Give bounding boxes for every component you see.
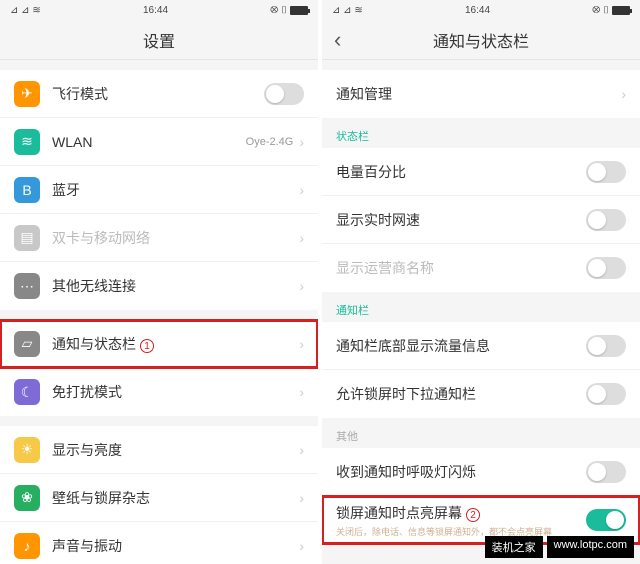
group-title-notifbar: 通知栏 <box>322 292 640 322</box>
bt-icon: B <box>14 177 40 203</box>
battery-icon <box>290 6 308 15</box>
chevron-icon: › <box>299 442 304 458</box>
toggle-lockpull[interactable] <box>586 383 626 405</box>
row-display[interactable]: ☀ 显示与亮度› <box>0 426 318 474</box>
back-button[interactable]: ‹ <box>334 27 341 53</box>
group-title-statusbar: 状态栏 <box>322 118 640 148</box>
row-airplane[interactable]: ✈ 飞行模式 <box>0 70 318 118</box>
page-title: 通知与状态栏 <box>433 28 529 52</box>
label-wireless: 其他无线连接 <box>52 276 299 296</box>
row-sound[interactable]: ♪ 声音与振动› <box>0 522 318 564</box>
label-sim: 双卡与移动网络 <box>52 228 299 248</box>
row-led[interactable]: 收到通知时呼吸灯闪烁 <box>322 448 640 496</box>
row-speed[interactable]: 显示实时网速 <box>322 196 640 244</box>
label-bt: 蓝牙 <box>52 180 299 200</box>
chevron-icon: › <box>621 86 626 102</box>
label-speed: 显示实时网速 <box>336 210 586 230</box>
toggle-speed[interactable] <box>586 209 626 231</box>
label-wallpaper: 壁纸与锁屏杂志 <box>52 488 299 508</box>
display-icon: ☀ <box>14 437 40 463</box>
row-batt[interactable]: 电量百分比 <box>322 148 640 196</box>
label-mgr: 通知管理 <box>336 84 621 104</box>
airplane-icon: ✈ <box>14 81 40 107</box>
label-wlan: WLAN <box>52 134 246 150</box>
label-dnd: 免打扰模式 <box>52 382 299 402</box>
label-traffic: 通知栏底部显示流量信息 <box>336 336 586 356</box>
chevron-icon: › <box>299 336 304 352</box>
row-lockpull[interactable]: 允许锁屏时下拉通知栏 <box>322 370 640 418</box>
label-led: 收到通知时呼吸灯闪烁 <box>336 462 586 482</box>
clock: 16:44 <box>465 5 490 16</box>
status-bar: ⊿ ⊿ ≋ 16:44 ⭙ ⌷ <box>322 0 640 20</box>
chevron-icon: › <box>299 490 304 506</box>
chevron-icon: › <box>299 230 304 246</box>
toggle-carrier[interactable] <box>586 257 626 279</box>
label-display: 显示与亮度 <box>52 440 299 460</box>
row-dnd[interactable]: ☾ 免打扰模式› <box>0 368 318 416</box>
label-lockpull: 允许锁屏时下拉通知栏 <box>336 384 586 404</box>
sim-icon: ▤ <box>14 225 40 251</box>
label-sound: 声音与振动 <box>52 536 299 556</box>
toggle-led[interactable] <box>586 461 626 483</box>
label-airplane: 飞行模式 <box>52 84 264 104</box>
toggle-batt[interactable] <box>586 161 626 183</box>
row-sim[interactable]: ▤ 双卡与移动网络› <box>0 214 318 262</box>
row-notif[interactable]: ▱ 通知与状态栏1› <box>0 320 318 368</box>
chevron-icon: › <box>299 384 304 400</box>
wlan-icon: ≋ <box>14 129 40 155</box>
row-traffic[interactable]: 通知栏底部显示流量信息 <box>322 322 640 370</box>
watermark: 装机之家 www.lotpc.com <box>485 536 634 558</box>
badge-num: 1 <box>140 339 154 353</box>
phone-left: ⊿ ⊿ ≋ 16:44 ⭙ ⌷ 设置 ✈ 飞行模式 ≋ WLANOye-2.4G › B蓝… <box>0 0 318 564</box>
chevron-icon: › <box>299 134 304 150</box>
page-title: 设置 <box>143 28 175 52</box>
sound-icon: ♪ <box>14 533 40 559</box>
toggle-airplane[interactable] <box>264 83 304 105</box>
chevron-icon: › <box>299 182 304 198</box>
notif-icon: ▱ <box>14 331 40 357</box>
row-mgr[interactable]: 通知管理› <box>322 70 640 118</box>
watermark-url: www.lotpc.com <box>547 536 634 558</box>
label-notif: 通知与状态栏1 <box>52 334 299 354</box>
wireless-icon: ⋯ <box>14 273 40 299</box>
header: ‹ 通知与状态栏 <box>322 20 640 60</box>
row-wireless[interactable]: ⋯ 其他无线连接› <box>0 262 318 310</box>
row-bt[interactable]: B 蓝牙› <box>0 166 318 214</box>
alarm-icon: ⭙ ⌷ <box>592 5 609 16</box>
dnd-icon: ☾ <box>14 379 40 405</box>
group-title-other: 其他 <box>322 418 640 448</box>
battery-icon <box>612 6 630 15</box>
chevron-icon: › <box>299 538 304 554</box>
status-bar: ⊿ ⊿ ≋ 16:44 ⭙ ⌷ <box>0 0 318 20</box>
label-carrier: 显示运营商名称 <box>336 258 586 278</box>
value-wlan: Oye-2.4G <box>246 136 294 148</box>
badge-num: 2 <box>466 508 480 522</box>
watermark-brand: 装机之家 <box>485 536 543 558</box>
alarm-icon: ⭙ ⌷ <box>270 5 287 16</box>
signal-icon: ⊿ ⊿ ≋ <box>332 5 363 16</box>
chevron-icon: › <box>299 278 304 294</box>
label-batt: 电量百分比 <box>336 162 586 182</box>
toggle-wake[interactable] <box>586 509 626 531</box>
clock: 16:44 <box>143 5 168 16</box>
toggle-traffic[interactable] <box>586 335 626 357</box>
phone-right: ⊿ ⊿ ≋ 16:44 ⭙ ⌷ ‹ 通知与状态栏 通知管理› 状态栏 电量百分比… <box>322 0 640 564</box>
row-wallpaper[interactable]: ❀ 壁纸与锁屏杂志› <box>0 474 318 522</box>
row-wlan[interactable]: ≋ WLANOye-2.4G › <box>0 118 318 166</box>
signal-icon: ⊿ ⊿ ≋ <box>10 5 41 16</box>
row-carrier[interactable]: 显示运营商名称 <box>322 244 640 292</box>
header: 设置 <box>0 20 318 60</box>
wallpaper-icon: ❀ <box>14 485 40 511</box>
label-wake: 锁屏通知时点亮屏幕2 <box>336 503 586 523</box>
